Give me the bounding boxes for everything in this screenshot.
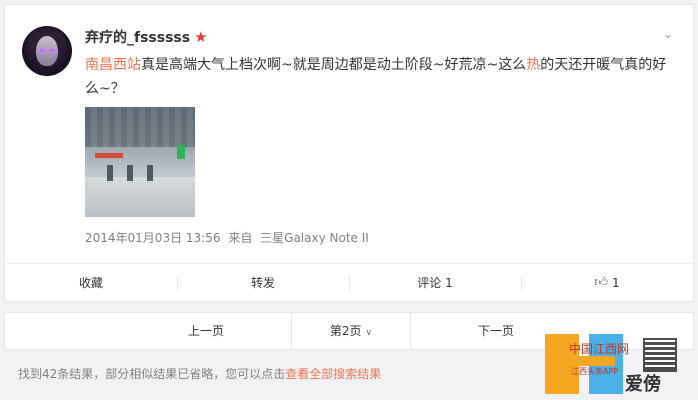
photo-floor (85, 177, 195, 217)
watermark-crossbar (555, 356, 615, 366)
repost-label: 转发 (250, 276, 275, 290)
watermark-brand: 爱傍 (625, 374, 661, 395)
watermark-app-name: 江西头条APP (571, 367, 619, 376)
post-content: 南昌西站真是高端大气上档次啊~就是周边都是动土阶段~好荒凉~这么热的天还开暖气真… (85, 53, 675, 101)
chevron-down-icon[interactable]: ⌄ (661, 27, 675, 41)
watermark-site-name: 中国江西网 (569, 342, 630, 356)
photo-gate (147, 165, 153, 181)
avatar-eye-left (39, 49, 45, 52)
vip-star-icon: ★ (194, 27, 208, 46)
qr-code-icon (643, 338, 677, 372)
username-link[interactable]: 弃疗的_fssssss (85, 27, 190, 47)
photo-exit-sign (177, 145, 185, 159)
post-text-1: 真是高端大气上档次啊~就是周边都是动土阶段~好荒凉~这么 (141, 57, 527, 73)
post-meta: 2014年01月03日 13:56 来自 三星Galaxy Note II (85, 229, 373, 246)
favorite-button[interactable]: 收藏 (5, 264, 177, 301)
photo-roof (85, 107, 195, 147)
post-photo[interactable] (85, 107, 195, 217)
avatar[interactable] (22, 26, 72, 76)
watermark-logo: 中国江西网 江西头条APP 爱傍 (545, 330, 695, 398)
weibo-post-card: 弃疗的_fssssss ★ ⌄ 南昌西站真是高端大气上档次啊~就是周边都是动土阶… (4, 4, 694, 302)
hot-keyword: 热 (526, 57, 541, 73)
thumbs-up-icon: 👍︎ (594, 275, 608, 290)
current-page-label: 第2页 (329, 324, 362, 338)
photo-gate (127, 165, 133, 181)
place-link[interactable]: 南昌西站 (85, 57, 141, 73)
view-all-results-link[interactable]: 查看全部搜索结果 (285, 367, 381, 381)
page-select[interactable]: 第2页 ∨ (291, 312, 411, 350)
comment-label: 评论 1 (417, 276, 453, 290)
action-bar: 收藏 转发 评论 1 👍︎ 1 (5, 263, 693, 301)
comment-button[interactable]: 评论 1 (349, 264, 521, 301)
username-row: 弃疗的_fssssss ★ (85, 27, 208, 47)
favorite-label: 收藏 (78, 276, 103, 290)
notice-text: 找到42条结果，部分相似结果已省略，您可以点击 (18, 367, 286, 381)
prev-page-button[interactable]: 上一页 (121, 312, 291, 350)
source-prefix: 来自 (228, 231, 253, 245)
avatar-eye-right (49, 49, 55, 52)
like-button[interactable]: 👍︎ 1 (521, 264, 693, 301)
repost-button[interactable]: 转发 (177, 264, 349, 301)
photo-sign (95, 153, 123, 158)
post-timestamp[interactable]: 2014年01月03日 13:56 (85, 231, 220, 245)
post-source[interactable]: 三星Galaxy Note II (260, 231, 369, 245)
like-count: 1 (611, 275, 620, 290)
photo-gate (107, 165, 113, 181)
chevron-down-icon: ∨ (365, 328, 373, 338)
